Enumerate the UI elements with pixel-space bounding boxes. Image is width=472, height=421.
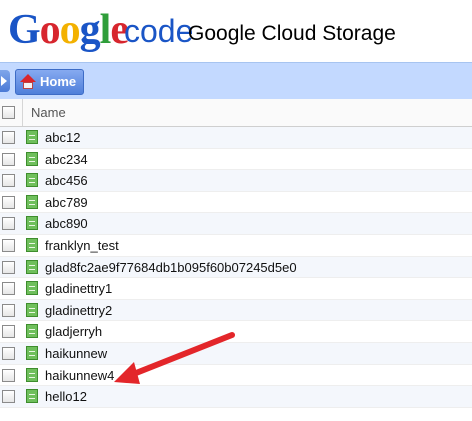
- annotation-arrow: [114, 332, 235, 384]
